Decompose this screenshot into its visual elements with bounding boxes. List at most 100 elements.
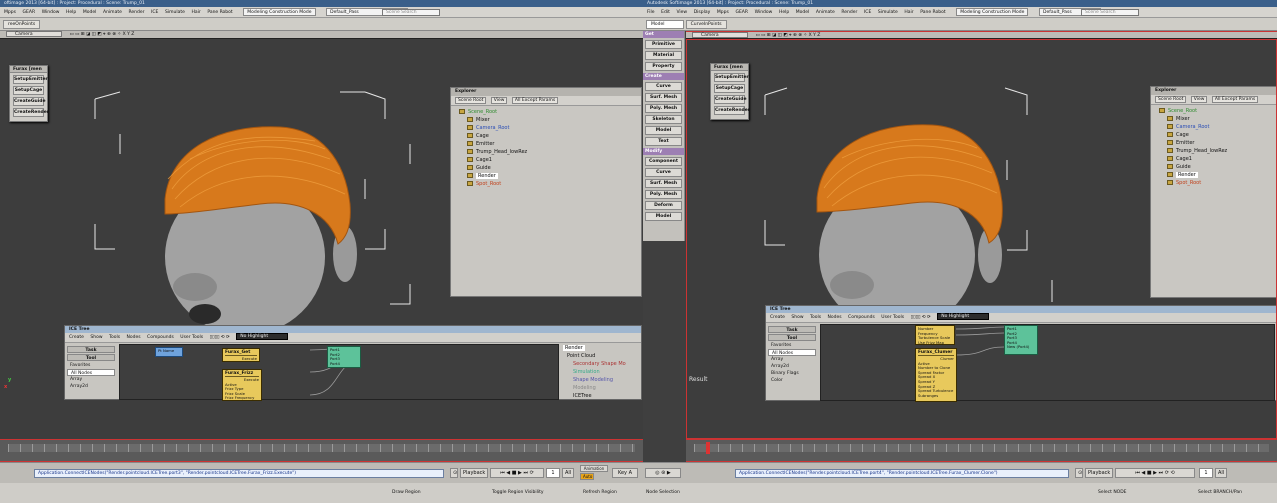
preset-item[interactable]: Array: [768, 356, 816, 363]
timeline[interactable]: [0, 439, 643, 462]
menu-pane-robot[interactable]: Pane Robot: [207, 10, 232, 15]
ice-toolbar-icons[interactable]: ▯▯▯▯ ⟲ ⟳: [911, 315, 931, 320]
create-guide-button[interactable]: CreateGuide: [13, 97, 46, 106]
menu-model[interactable]: Model: [83, 10, 97, 15]
menu-animate[interactable]: Animate: [816, 10, 835, 15]
material-button[interactable]: Material: [645, 51, 682, 60]
create-guide-button[interactable]: CreateGuide: [714, 95, 747, 104]
menu-render[interactable]: Render: [128, 10, 144, 15]
menu-gear[interactable]: GEAR: [735, 10, 748, 15]
tree-item[interactable]: Render: [563, 344, 641, 352]
frame-field[interactable]: 1: [546, 468, 560, 478]
ice-menu-nodes[interactable]: Nodes: [828, 315, 842, 320]
menu-view[interactable]: View: [676, 10, 687, 15]
view-dropdown[interactable]: View: [490, 97, 508, 104]
ice-node-furax-frizz[interactable]: Furax_Frizz Execute Active Frizz Type Fr…: [222, 369, 262, 401]
tree-item[interactable]: Scene_Root: [459, 108, 641, 116]
menu-animate[interactable]: Animate: [103, 10, 122, 15]
ice-menu-show[interactable]: Show: [90, 335, 102, 340]
view-dropdown[interactable]: View: [1190, 96, 1208, 103]
tree-item[interactable]: Simulation: [563, 368, 641, 376]
mute-icon[interactable]: ⊙: [1075, 468, 1083, 478]
modify-surf-mesh-button[interactable]: Surf. Mesh: [645, 179, 682, 188]
ice-node-furax-get[interactable]: Furax_Get Execute: [222, 348, 260, 362]
ice-menu-tools[interactable]: Tools: [109, 335, 120, 340]
setup-emitter-button[interactable]: SetupEmitter: [13, 75, 48, 84]
3d-viewport[interactable]: Furax [men SetupEmitter SetupCage Create…: [686, 39, 1277, 439]
setup-emitter-button[interactable]: SetupEmitter: [714, 73, 749, 82]
scope-dropdown[interactable]: Scene Root: [1155, 96, 1187, 103]
create-curve-button[interactable]: Curve: [645, 82, 682, 91]
menu-render[interactable]: Render: [841, 10, 857, 15]
primitive-button[interactable]: Primitive: [645, 40, 682, 49]
construction-mode-dropdown[interactable]: Modeling Construction Mode: [243, 8, 316, 16]
tree-item[interactable]: Point Cloud: [563, 352, 641, 360]
playback-button[interactable]: Playback: [460, 468, 488, 478]
ice-node-furax-clumer[interactable]: Furax_Clumer Clumer Active Number to Clo…: [915, 348, 957, 402]
ice-menu-user-tools[interactable]: User Tools: [180, 335, 203, 340]
preset-item-selected[interactable]: All Nodes: [768, 349, 816, 356]
tree-item-selected[interactable]: Render: [459, 172, 641, 180]
tree-item[interactable]: Camera_Root: [1159, 123, 1276, 131]
tree-item-selected[interactable]: Render: [1159, 171, 1276, 179]
preset-item[interactable]: Array: [67, 376, 115, 383]
menu-display[interactable]: Display: [694, 10, 711, 15]
transport-controls[interactable]: ⏮ ◀ ■ ▶ ⏭ ⟳: [490, 468, 544, 478]
preset-item[interactable]: Binary Flags: [768, 370, 816, 377]
shelf-button[interactable]: CurveInPoints: [685, 20, 727, 29]
ice-node-root[interactable]: Port1 Port2 Port3 Port4 New (Port4): [1004, 325, 1038, 355]
camera-dropdown[interactable]: Camera: [6, 31, 62, 37]
menu-gear[interactable]: GEAR: [23, 10, 36, 15]
all-button[interactable]: All: [562, 468, 574, 478]
timeline[interactable]: [686, 439, 1277, 462]
menu-edit[interactable]: Edit: [661, 10, 670, 15]
3d-viewport[interactable]: x y Furax [men SetupEmitter SetupCage Cr…: [0, 39, 643, 439]
ice-node-blue[interactable]: Pt Name: [155, 347, 183, 357]
menu-help[interactable]: Help: [779, 10, 789, 15]
ice-node-root[interactable]: Port1 Port2 Port3 Port4: [327, 346, 361, 368]
component-button[interactable]: Component: [645, 157, 682, 166]
preset-item[interactable]: Favorites: [768, 342, 816, 349]
tree-item[interactable]: Trump_Head_lowRez: [459, 148, 641, 156]
ice-menu-tools[interactable]: Tools: [810, 315, 821, 320]
tool-tab[interactable]: Tool: [67, 354, 115, 361]
menu-help[interactable]: Help: [66, 10, 76, 15]
modify-model-button[interactable]: Model: [645, 212, 682, 221]
tree-item[interactable]: Cage: [459, 132, 641, 140]
tree-item[interactable]: Scene_Root: [1159, 107, 1276, 115]
viewport-icons[interactable]: ▭ ▭ ⊞ ◪ ◫ ◩ ⌖ ⊕ ⊗ ✧ X Y Z: [755, 33, 820, 38]
menu-file[interactable]: File: [647, 10, 655, 15]
menu-simulate[interactable]: Simulate: [878, 10, 898, 15]
filter-dropdown[interactable]: All Except Params: [1211, 96, 1259, 103]
menu-model[interactable]: Model: [796, 10, 810, 15]
preset-item[interactable]: Array2d: [768, 363, 816, 370]
menu-hair[interactable]: Hair: [904, 10, 913, 15]
ice-menu-create[interactable]: Create: [69, 335, 84, 340]
ice-menu-nodes[interactable]: Nodes: [127, 335, 141, 340]
tree-item[interactable]: Trump_Head_lowRez: [1159, 147, 1276, 155]
modify-curve-button[interactable]: Curve: [645, 168, 682, 177]
ice-menu-create[interactable]: Create: [770, 315, 785, 320]
setup-cage-button[interactable]: SetupCage: [13, 86, 44, 95]
preset-item[interactable]: Color: [768, 377, 816, 384]
menu-pane-robot[interactable]: Pane Robot: [920, 10, 945, 15]
preset-item-selected[interactable]: All Nodes: [67, 369, 115, 376]
tree-item[interactable]: ICETree: [563, 392, 641, 400]
modify-poly-mesh-button[interactable]: Poly. Mesh: [645, 190, 682, 199]
construction-mode-dropdown[interactable]: Modeling Construction Mode: [956, 8, 1029, 16]
ice-menu-show[interactable]: Show: [791, 315, 803, 320]
scene-search-input[interactable]: Scene Search: [382, 9, 440, 16]
ice-graph-canvas[interactable]: Pt Name Furax_Get Execute Furax_Frizz Ex…: [119, 344, 559, 401]
ice-menu-compounds[interactable]: Compounds: [848, 315, 875, 320]
ice-toolbar-icons[interactable]: ▯▯▯▯ ⟲ ⟳: [210, 335, 230, 340]
shelf-button[interactable]: reeOnPoints: [3, 20, 41, 29]
filter-dropdown[interactable]: All Except Params: [511, 97, 559, 104]
tree-item[interactable]: Emitter: [459, 140, 641, 148]
property-button[interactable]: Property: [645, 62, 682, 71]
model-dropdown[interactable]: Model: [646, 20, 684, 29]
tree-item[interactable]: Modeling: [563, 384, 641, 392]
key-button[interactable]: Key A: [612, 468, 638, 478]
tree-item[interactable]: Cage1: [1159, 155, 1276, 163]
menu-window[interactable]: Window: [42, 10, 60, 15]
tree-item[interactable]: Shape Modeling: [563, 376, 641, 384]
